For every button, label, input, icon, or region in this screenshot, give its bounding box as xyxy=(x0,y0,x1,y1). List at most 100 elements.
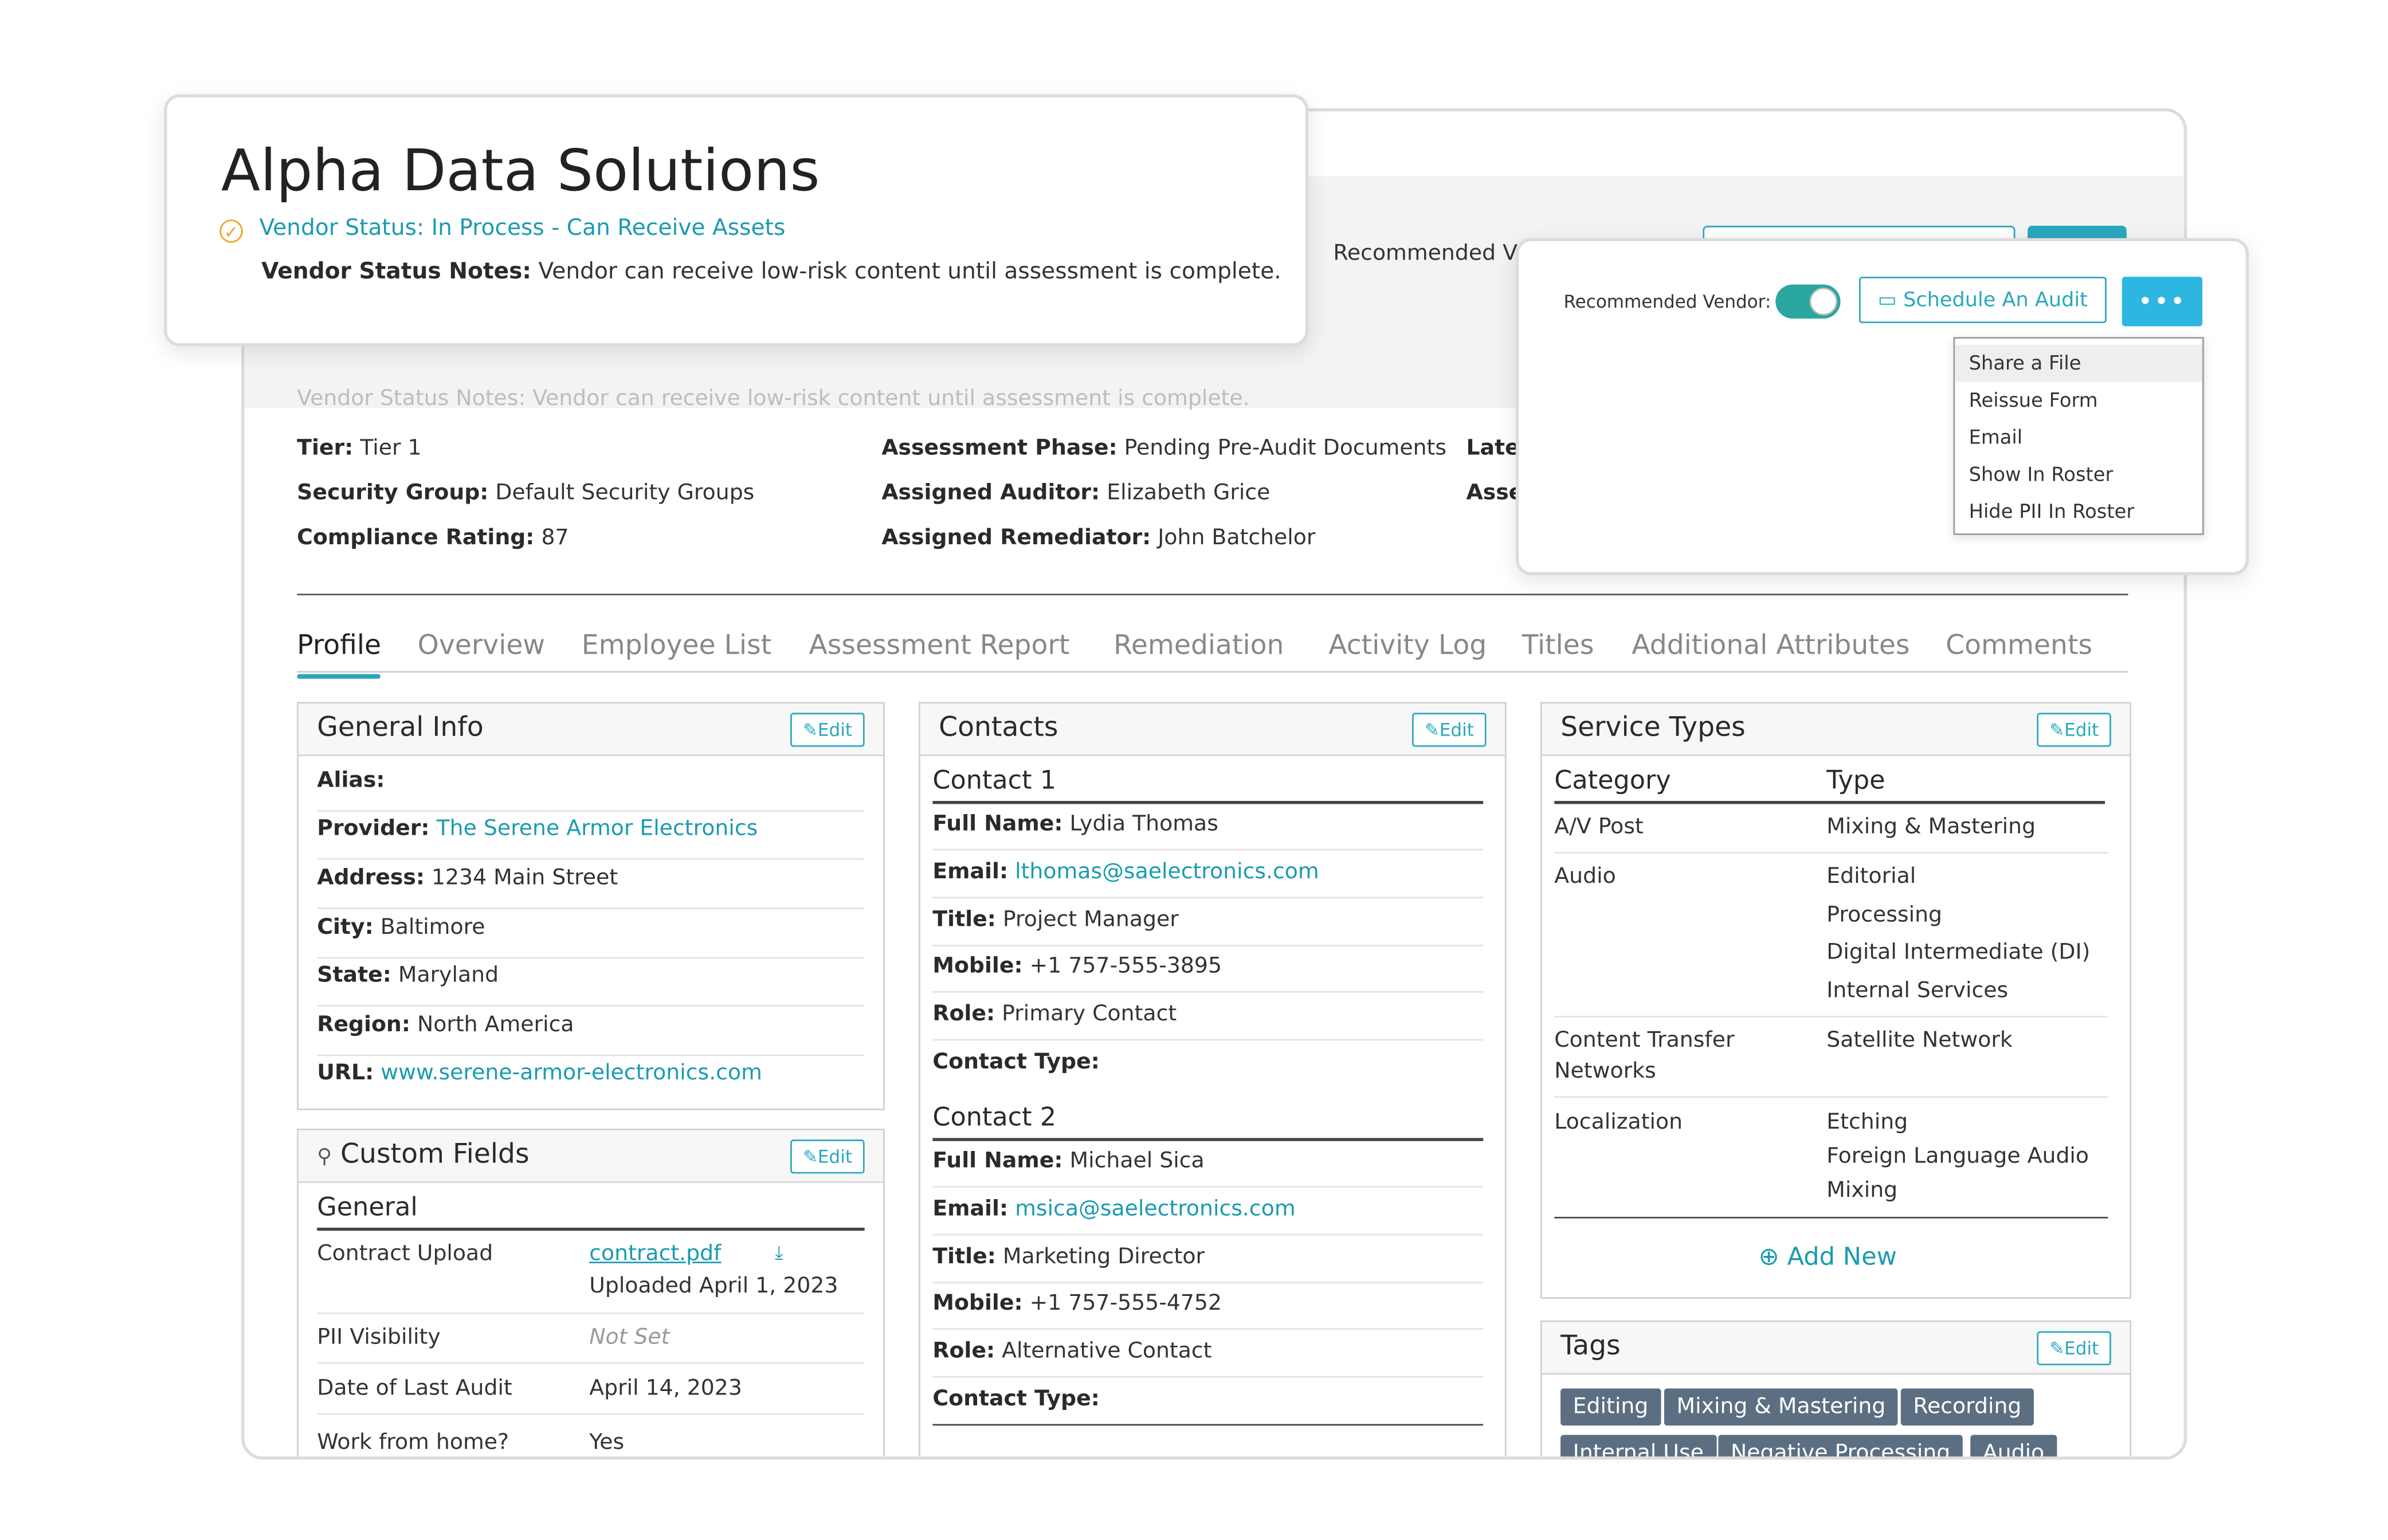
contact-2-mobile: Mobile: +1 757-555-4752 xyxy=(932,1291,1484,1330)
service-row: Localization Etching Foreign Language Au… xyxy=(1554,1106,2108,1219)
contacts-panel: Contacts ✎Edit Contact 1 Full Name: Lydi… xyxy=(919,702,1507,1457)
tab-assessment-report[interactable]: Assessment Report xyxy=(809,631,1069,662)
schedule-audit-button[interactable]: ▭ Schedule An Audit xyxy=(1858,277,2107,324)
tag-chip[interactable]: Audio xyxy=(1970,1435,2057,1457)
more-actions-button[interactable]: ••• xyxy=(2122,277,2203,327)
service-row: Content Transfer Networks Satellite Netw… xyxy=(1554,1025,2108,1098)
custom-field-row-last-audit: Date of Last Audit April 14, 2023 xyxy=(317,1373,865,1415)
meta-assessment: Asse xyxy=(1466,481,1524,506)
tab-additional-attributes[interactable]: Additional Attributes xyxy=(1632,631,1909,662)
menu-item-hide-pii[interactable]: Hide PII In Roster xyxy=(1955,493,2202,531)
tab-activity-log[interactable]: Activity Log xyxy=(1328,631,1487,662)
tab-comments[interactable]: Comments xyxy=(1946,631,2092,662)
menu-item-share-file[interactable]: Share a File xyxy=(1955,344,2203,382)
general-info-edit-button[interactable]: ✎Edit xyxy=(790,713,865,747)
recommended-ghost-label: Recommended V xyxy=(1333,241,1518,266)
vendor-name: Alpha Data Solutions xyxy=(221,138,820,205)
contact-2-underline xyxy=(932,1138,1484,1141)
url-link[interactable]: www.serene-armor-electronics.com xyxy=(381,1060,762,1085)
tab-employee-list[interactable]: Employee List xyxy=(582,631,771,662)
menu-item-email[interactable]: Email xyxy=(1955,419,2202,456)
meta-compliance-rating: Compliance Rating: 87 xyxy=(297,525,569,551)
tag-chip[interactable]: Negative Processing xyxy=(1718,1435,1963,1457)
service-row: A/V Post Mixing & Mastering xyxy=(1554,812,2108,854)
contacts-edit-button[interactable]: ✎Edit xyxy=(1412,713,1487,747)
contact-1-title: Title: Project Manager xyxy=(932,907,1484,946)
contact-1-heading: Contact 1 xyxy=(932,765,1057,795)
service-row: Audio Editorial Processing Digital Inter… xyxy=(1554,861,2108,1017)
general-info-panel: General Info ✎Edit Alias: Provider: The … xyxy=(297,702,885,1110)
general-info-row-address: Address: 1234 Main Street xyxy=(317,866,865,909)
tag-chip[interactable]: Recording xyxy=(1900,1388,2034,1426)
tag-chip[interactable]: Mixing & Mastering xyxy=(1664,1388,1898,1426)
custom-field-row-wfh: Work from home? Yes xyxy=(317,1430,625,1455)
general-info-row-url: URL: www.serene-armor-electronics.com xyxy=(317,1060,762,1086)
contact-1-email-link[interactable]: lthomas@saelectronics.com xyxy=(1015,860,1319,885)
custom-fields-panel: ⚲ Custom Fields ✎Edit General Contract U… xyxy=(297,1129,885,1457)
contact-1-type: Contact Type: xyxy=(932,1050,1100,1075)
service-types-panel: Service Types ✎Edit Category Type A/V Po… xyxy=(1540,702,2131,1299)
general-info-row-region: Region: North America xyxy=(317,1013,865,1056)
pin-icon: ⚲ xyxy=(317,1145,332,1169)
recommended-vendor-toggle[interactable] xyxy=(1775,284,1841,319)
meta-column-1: Tier: Tier 1 Security Group: Default Sec… xyxy=(297,427,754,561)
general-info-title: General Info xyxy=(317,713,484,744)
service-types-edit-button[interactable]: ✎Edit xyxy=(2037,713,2111,747)
contact-2-full-name: Full Name: Michael Sica xyxy=(932,1149,1484,1188)
contact-2-email-link[interactable]: msica@saelectronics.com xyxy=(1015,1197,1296,1221)
contacts-title: Contacts xyxy=(939,713,1058,744)
recommended-vendor-label: Recommended Vendor: xyxy=(1563,290,1771,313)
custom-field-row-contract: Contract Upload contract.pdf ⤓ Uploaded … xyxy=(317,1239,865,1314)
group-underline xyxy=(317,1227,865,1230)
custom-fields-edit-button[interactable]: ✎Edit xyxy=(790,1140,865,1174)
tags-edit-button[interactable]: ✎Edit xyxy=(2037,1331,2111,1366)
plus-circle-icon: ⊕ xyxy=(1758,1242,1779,1271)
service-header-underline xyxy=(1554,800,2105,804)
custom-fields-group-title: General xyxy=(317,1192,418,1222)
contact-2-heading: Contact 2 xyxy=(932,1102,1057,1132)
meta-assigned-remediator: Assigned Remediator: John Batchelor xyxy=(881,525,1316,551)
contacts-header: Contacts ✎Edit xyxy=(920,703,1505,756)
contact-1-underline xyxy=(932,800,1484,804)
meta-divider xyxy=(297,594,2128,596)
contract-file-link[interactable]: contract.pdf xyxy=(589,1242,721,1266)
meta-column-2: Assessment Phase: Pending Pre-Audit Docu… xyxy=(881,427,1446,561)
tab-titles[interactable]: Titles xyxy=(1522,631,1594,662)
service-types-title: Service Types xyxy=(1560,713,1746,744)
contact-1-email: Email: lthomas@saelectronics.com xyxy=(932,860,1484,899)
contact-1-role: Role: Primary Contact xyxy=(932,1002,1484,1041)
vendor-actions-card: Recommended Vendor: ▭ Schedule An Audit … xyxy=(1515,238,2249,575)
provider-link[interactable]: The Serene Armor Electronics xyxy=(437,816,758,841)
contact-2-type: Contact Type: xyxy=(932,1387,1484,1426)
contact-2-title: Title: Marketing Director xyxy=(932,1245,1484,1284)
vendor-status: ✓ Vendor Status: In Process - Can Receiv… xyxy=(219,217,785,243)
tag-chip[interactable]: Editing xyxy=(1560,1388,1661,1426)
tab-overview[interactable]: Overview xyxy=(418,631,545,662)
tag-chip[interactable]: Internal Use xyxy=(1560,1435,1716,1457)
menu-item-show-in-roster[interactable]: Show In Roster xyxy=(1955,456,2202,493)
vendor-status-notes: Vendor Status Notes: Vendor can receive … xyxy=(261,260,1281,285)
tags-header: Tags ✎Edit xyxy=(1542,1322,2130,1375)
general-info-row-city: City: Baltimore xyxy=(317,916,865,959)
status-notes-ghost: Vendor Status Notes: Vendor can receive … xyxy=(297,386,1250,411)
tags-panel: Tags ✎Edit Editing Mixing & Mastering Re… xyxy=(1540,1320,2131,1457)
contact-1-mobile: Mobile: +1 757-555-3895 xyxy=(932,954,1484,993)
vendor-summary-card: Alpha Data Solutions ✓ Vendor Status: In… xyxy=(164,94,1309,347)
service-col-type: Type xyxy=(1826,765,1885,795)
contact-1-full-name: Full Name: Lydia Thomas xyxy=(932,812,1484,851)
menu-item-reissue-form[interactable]: Reissue Form xyxy=(1955,382,2202,419)
contact-2-role: Role: Alternative Contact xyxy=(932,1339,1484,1378)
tags-title: Tags xyxy=(1560,1331,1621,1362)
toggle-knob xyxy=(1809,287,1838,316)
add-new-service-button[interactable]: ⊕ Add New xyxy=(1759,1242,1897,1271)
tab-underline xyxy=(297,671,2128,673)
download-icon[interactable]: ⤓ xyxy=(775,1242,783,1264)
pencil-icon: ✎ xyxy=(802,718,818,741)
meta-security-group: Security Group: Default Security Groups xyxy=(297,481,755,506)
tab-remediation[interactable]: Remediation xyxy=(1113,631,1284,662)
tab-profile[interactable]: Profile xyxy=(297,631,382,679)
vendor-status-text: Vendor Status: In Process - Can Receive … xyxy=(259,216,786,242)
meta-column-3: Late Asse xyxy=(1466,427,1523,517)
calendar-icon: ▭ xyxy=(1877,289,1897,313)
custom-field-row-pii: PII Visibility Not Set xyxy=(317,1322,865,1364)
